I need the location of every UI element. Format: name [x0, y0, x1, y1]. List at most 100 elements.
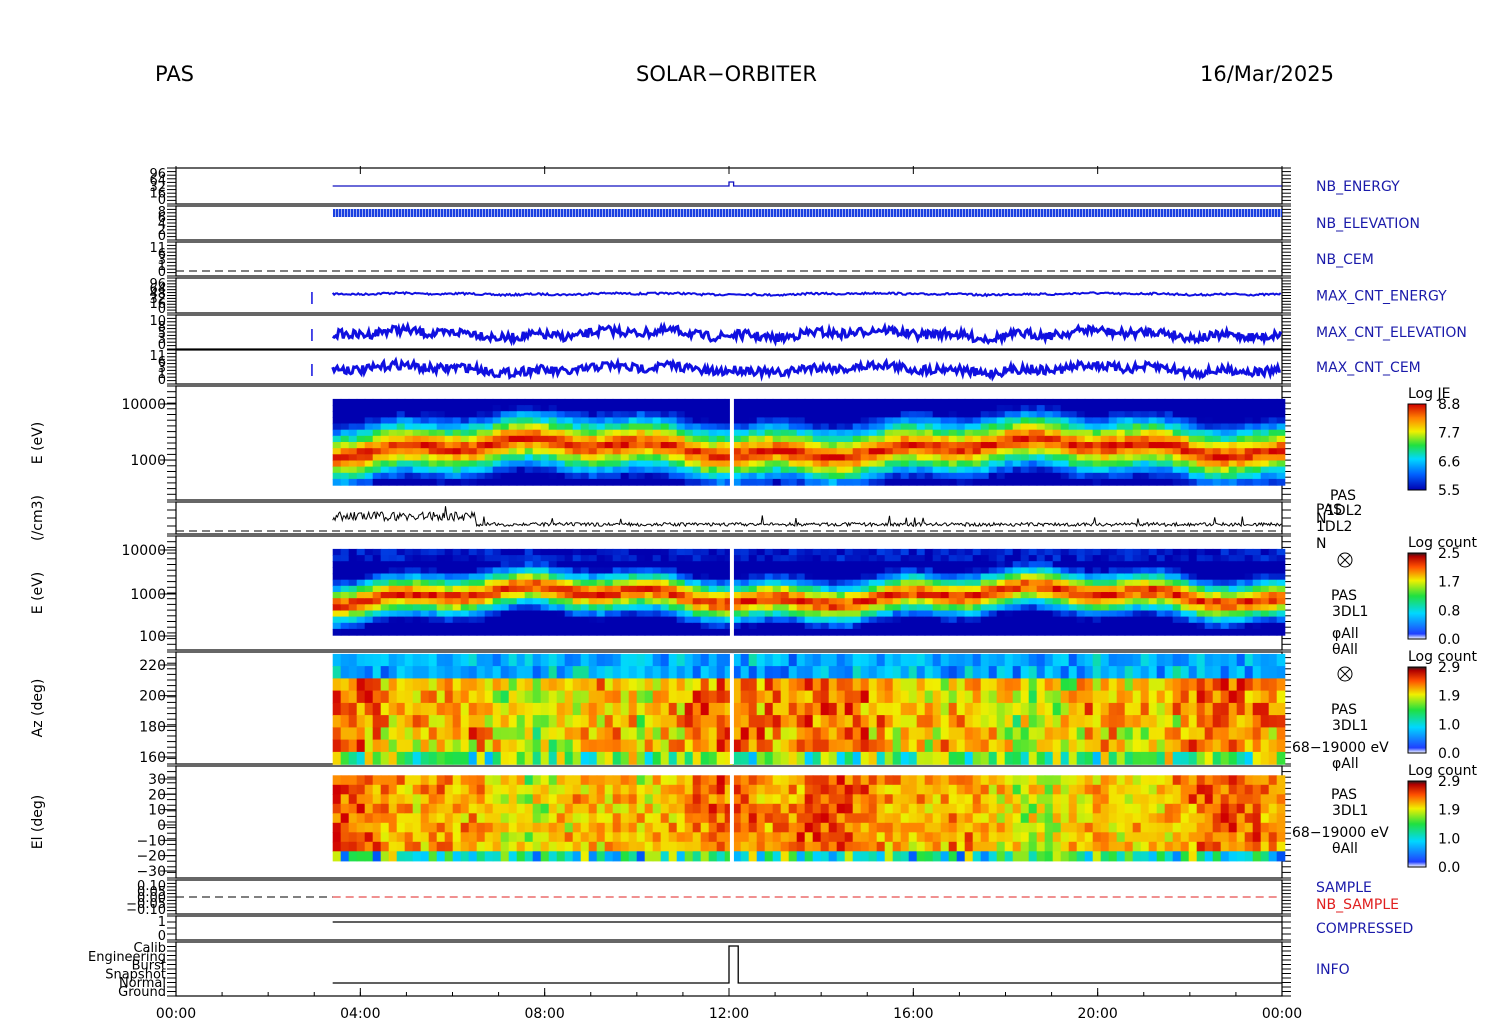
heatmap-cell: [372, 622, 382, 630]
heatmap-cell: [852, 690, 862, 704]
heatmap-cell: [524, 604, 534, 612]
heatmap-cell: [964, 702, 974, 716]
heatmap-cell: [428, 472, 438, 480]
heatmap-cell: [556, 653, 566, 667]
heatmap-cell: [532, 628, 542, 636]
heatmap-cell: [732, 739, 742, 753]
heatmap-cell: [1244, 573, 1254, 581]
heatmap-cell: [628, 592, 638, 599]
heatmap-cell: [1044, 573, 1054, 581]
heatmap-cell: [1244, 622, 1254, 630]
heatmap-cell: [428, 567, 438, 575]
heatmap-cell: [892, 429, 902, 437]
heatmap-cell: [340, 460, 350, 468]
heatmap-cell: [492, 628, 502, 636]
heatmap-cell: [588, 598, 598, 605]
heatmap-cell: [1228, 616, 1238, 624]
heatmap-cell: [756, 715, 766, 728]
heatmap-cell: [684, 598, 694, 605]
heatmap-cell: [348, 690, 358, 704]
heatmap-cell: [540, 598, 550, 605]
heatmap-cell: [1252, 548, 1262, 556]
heatmap-cell: [948, 411, 958, 418]
heatmap-cell: [1084, 690, 1094, 704]
heatmap-cell: [892, 411, 902, 418]
heatmap-cell: [892, 702, 902, 716]
heatmap-cell: [644, 598, 654, 605]
heatmap-cell: [1204, 610, 1214, 618]
heatmap-cell: [660, 454, 670, 462]
heatmap-cell: [516, 555, 526, 562]
heatmap-cell: [1044, 454, 1054, 462]
heatmap-cell: [780, 751, 790, 765]
heatmap-cell: [804, 405, 814, 412]
heatmap-cell: [1044, 585, 1054, 593]
heatmap-cell: [956, 478, 966, 486]
heatmap-cell: [836, 616, 846, 624]
heatmap-cell: [676, 610, 686, 618]
heatmap-cell: [404, 567, 414, 575]
heatmap-cell: [420, 442, 430, 449]
heatmap-cell: [1060, 435, 1070, 443]
heatmap-cell: [364, 678, 374, 692]
heatmap-cell: [884, 751, 894, 765]
heatmap-cell: [868, 702, 878, 716]
heatmap-cell: [732, 702, 742, 716]
heatmap-cell: [900, 567, 910, 575]
heatmap-cell: [772, 460, 782, 468]
heatmap-cell: [1116, 739, 1126, 753]
heatmap-cell: [412, 751, 422, 765]
heatmap-cell: [1028, 411, 1038, 418]
heatmap-cell: [964, 411, 974, 418]
heatmap-cell: [660, 690, 670, 704]
heatmap-cell: [492, 555, 502, 562]
heatmap-cell: [420, 585, 430, 593]
heatmap-cell: [1212, 585, 1222, 593]
heatmap-cell: [1020, 417, 1030, 425]
heatmap-cell: [860, 579, 870, 587]
heatmap-cell: [1236, 405, 1246, 412]
heatmap-cell: [1052, 448, 1062, 455]
heatmap-cell: [796, 715, 806, 728]
heatmap-cell: [644, 573, 654, 581]
heatmap-cell: [932, 751, 942, 765]
heatmap-cell: [868, 690, 878, 704]
heatmap-cell: [900, 579, 910, 587]
heatmap-cell: [468, 715, 478, 728]
heatmap-cell: [1220, 573, 1230, 581]
heatmap-cell: [348, 454, 358, 462]
colorbar-tick: 8.8: [1438, 397, 1460, 413]
heatmap-cell: [756, 579, 766, 587]
heatmap-cell: [916, 472, 926, 480]
heatmap-cell: [940, 429, 950, 437]
heatmap-cell: [836, 398, 846, 406]
heatmap-cell: [372, 555, 382, 562]
heatmap-cell: [572, 423, 582, 431]
heatmap-cell: [340, 739, 350, 753]
heatmap-cell: [548, 739, 558, 753]
heatmap-cell: [1124, 417, 1134, 425]
heatmap-cell: [404, 579, 414, 587]
heatmap-cell: [556, 616, 566, 624]
heatmap-cell: [1156, 702, 1166, 716]
heatmap-cell: [772, 478, 782, 486]
heatmap-cell: [564, 610, 574, 618]
heatmap-cell: [1148, 598, 1158, 605]
heatmap-cell: [972, 548, 982, 556]
heatmap-cell: [980, 460, 990, 468]
heatmap-cell: [900, 466, 910, 474]
heatmap-cell: [412, 579, 422, 587]
heatmap-cell: [716, 460, 726, 468]
heatmap-cell: [1076, 417, 1086, 425]
heatmap-cell: [1004, 622, 1014, 630]
heatmap-cell: [460, 405, 470, 412]
heatmap-cell: [996, 442, 1006, 449]
heatmap-cell: [932, 567, 942, 575]
heatmap-cell: [828, 435, 838, 443]
heatmap-cell: [660, 561, 670, 568]
heatmap-cell: [764, 478, 774, 486]
heatmap-cell: [372, 653, 382, 667]
heatmap-cell: [1228, 592, 1238, 599]
heatmap-cell: [444, 429, 454, 437]
heatmap-cell: [1020, 579, 1030, 587]
